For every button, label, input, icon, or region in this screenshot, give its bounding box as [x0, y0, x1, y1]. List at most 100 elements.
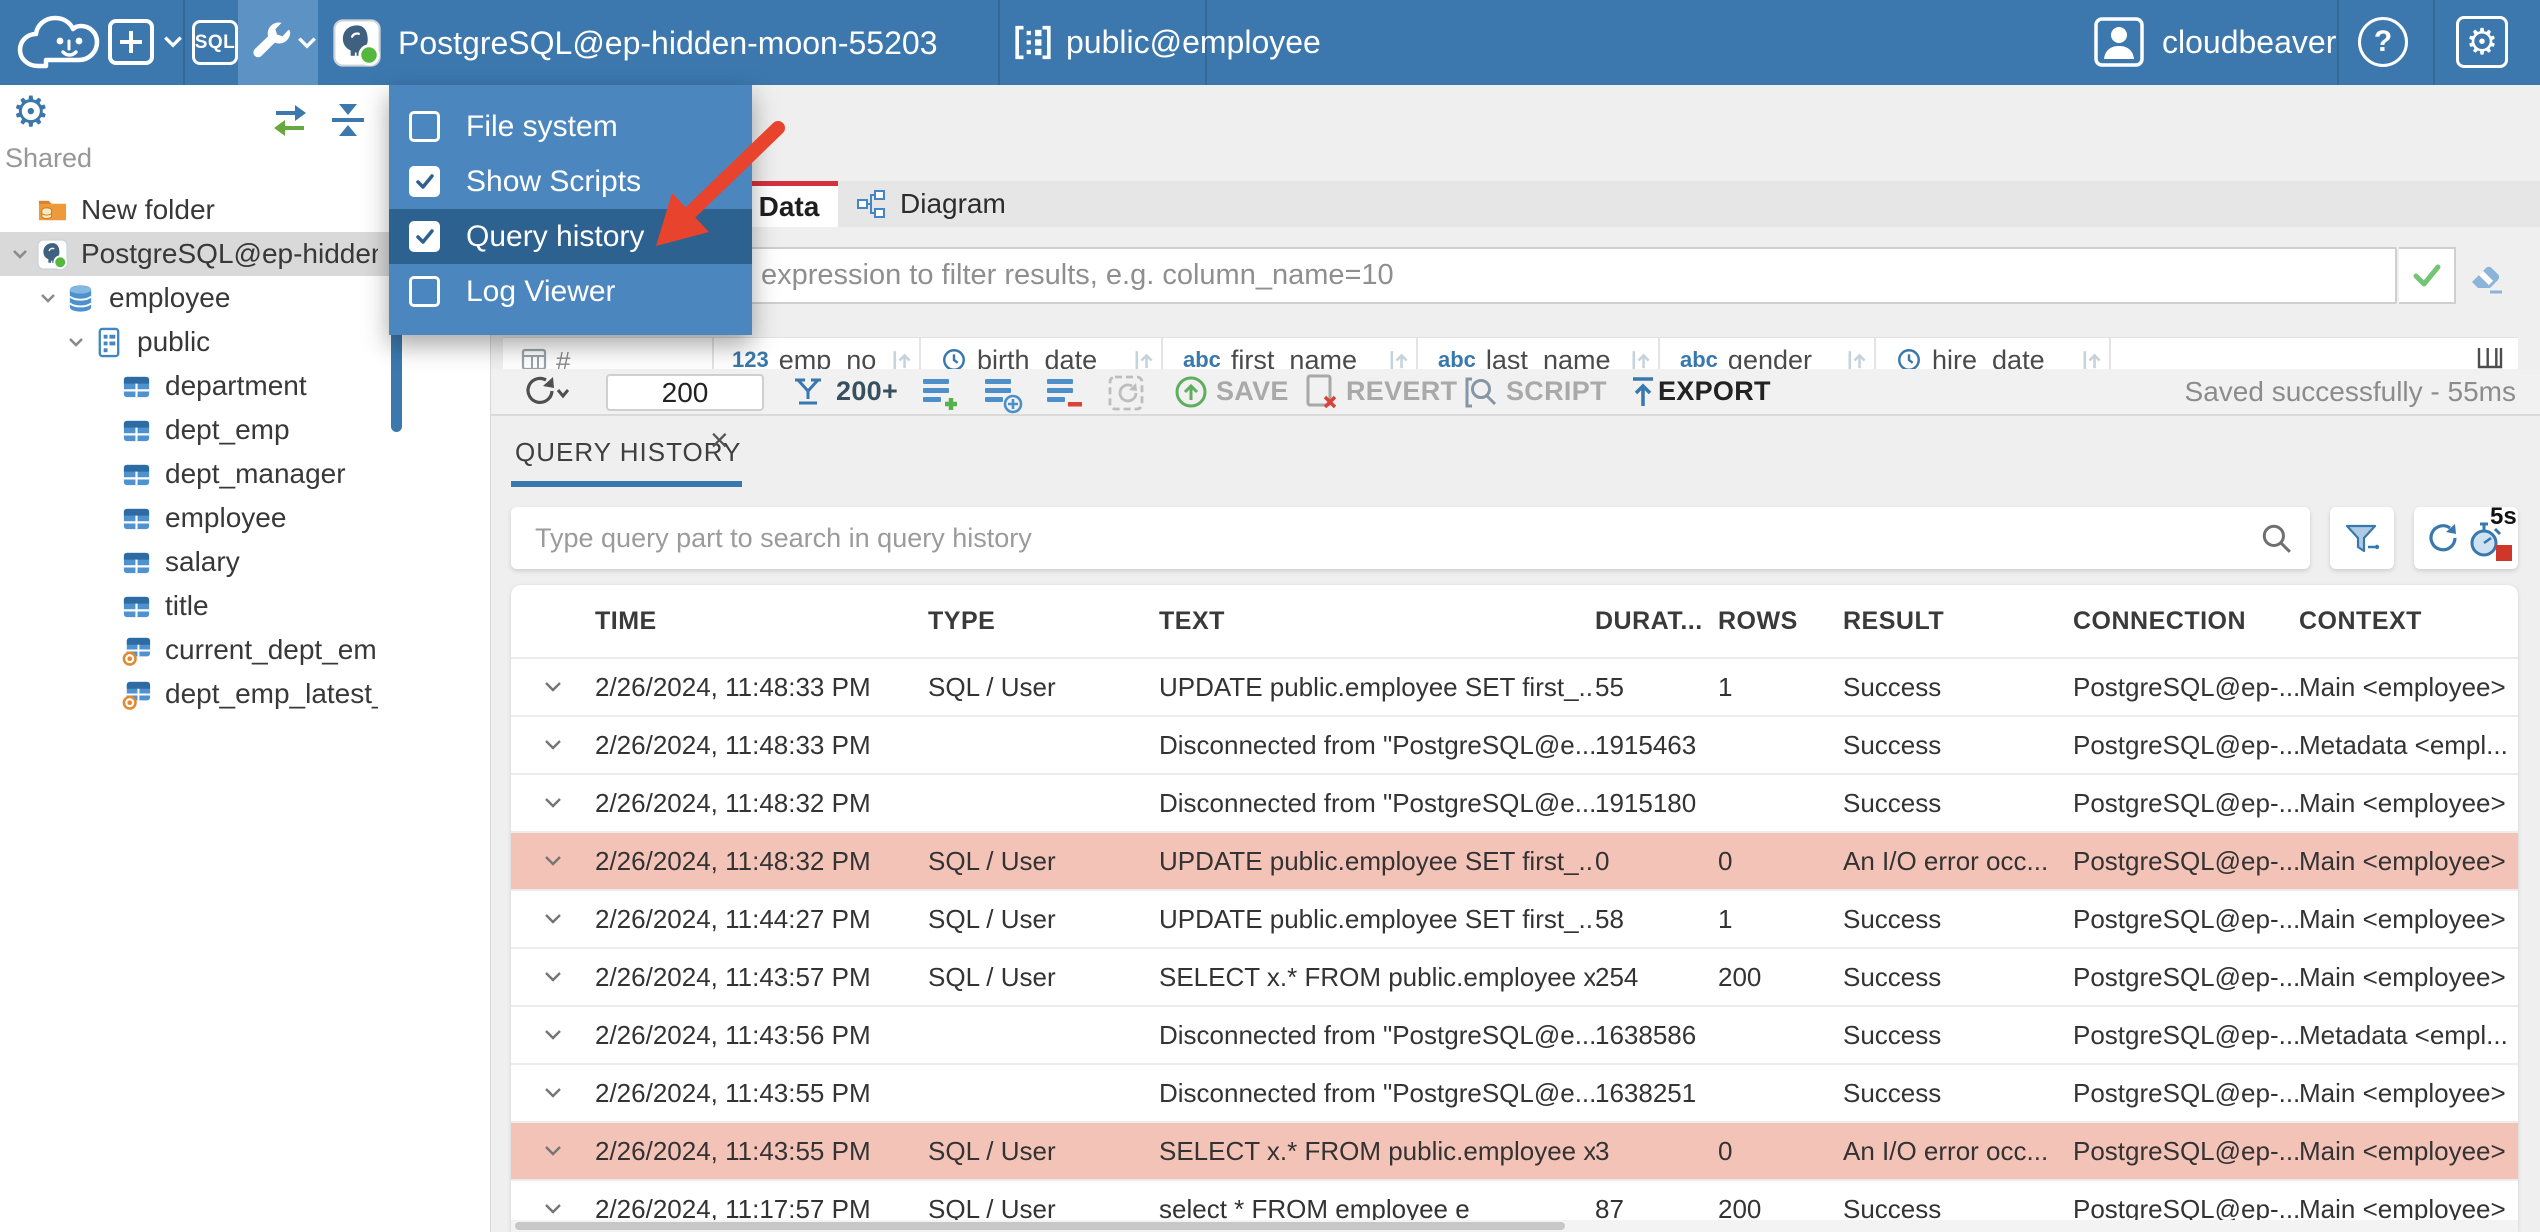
query-history-row[interactable]: 2/26/2024, 11:48:33 PM SQL / User UPDATE…	[511, 657, 2518, 715]
tree-item[interactable]: dept_manager	[0, 452, 490, 496]
column-header[interactable]: CONNECTION	[2073, 607, 2299, 636]
query-history-row[interactable]: 2/26/2024, 11:48:32 PM SQL / User UPDATE…	[511, 831, 2518, 889]
refresh-button[interactable]	[519, 375, 569, 411]
column-header[interactable]: TEXT	[1159, 607, 1595, 636]
tree-item[interactable]: dept_emp_latest_date	[0, 672, 490, 716]
delete-row-button[interactable]	[1043, 372, 1085, 414]
chevron-down-icon[interactable]	[64, 330, 88, 354]
revert-button[interactable]: REVERT	[1346, 369, 1457, 414]
menu-item[interactable]: Show Scripts	[389, 154, 752, 209]
checkbox-icon[interactable]	[409, 221, 440, 252]
grid-column-header[interactable]: birth_date	[921, 338, 1163, 370]
cell-context: Metadata <empl...	[2299, 1019, 2508, 1050]
column-header[interactable]: ROWS	[1718, 607, 1843, 636]
sort-icon[interactable]	[891, 347, 913, 371]
expand-chevron-icon[interactable]	[538, 962, 568, 992]
column-header[interactable]: RESULT	[1843, 607, 2073, 636]
sql-editor-button[interactable]: SQL	[192, 20, 238, 65]
close-icon[interactable]: ×	[710, 424, 729, 456]
column-header[interactable]: TIME	[595, 607, 928, 636]
expand-chevron-icon[interactable]	[538, 846, 568, 876]
schema-selector[interactable]: public@employee	[1014, 24, 1321, 61]
expand-chevron-icon[interactable]	[538, 672, 568, 702]
tree-item[interactable]: employee	[0, 496, 490, 540]
expand-chevron-icon[interactable]	[538, 1078, 568, 1108]
query-history-search-input[interactable]	[511, 507, 2310, 569]
expand-chevron-icon[interactable]	[538, 904, 568, 934]
checkbox-icon[interactable]	[409, 166, 440, 197]
add-row-button[interactable]	[919, 372, 961, 414]
expand-chevron-icon[interactable]	[538, 730, 568, 760]
stop-auto-refresh-square[interactable]	[2496, 545, 2512, 561]
results-filter-input[interactable]	[515, 247, 2397, 304]
postgresql-icon	[333, 19, 381, 67]
apply-filter-button[interactable]	[2399, 247, 2456, 304]
column-header[interactable]: DURAT...	[1595, 607, 1718, 636]
collapse-all-icon[interactable]	[326, 98, 370, 142]
help-button[interactable]: ?	[2358, 17, 2408, 67]
expand-chevron-icon[interactable]	[538, 1020, 568, 1050]
menu-item[interactable]: File system	[389, 99, 752, 154]
cloudbeaver-logo[interactable]	[16, 10, 120, 79]
refresh-cell-button[interactable]	[1105, 372, 1147, 414]
query-history-row[interactable]: 2/26/2024, 11:43:56 PM Disconnected from…	[511, 1005, 2518, 1063]
tab-diagram[interactable]: Diagram	[838, 181, 1032, 227]
sort-icon[interactable]	[2081, 347, 2103, 371]
query-history-row[interactable]: 2/26/2024, 11:44:27 PM SQL / User UPDATE…	[511, 889, 2518, 947]
sort-icon[interactable]	[1133, 347, 1155, 371]
sort-icon[interactable]	[1846, 347, 1868, 371]
expand-chevron-icon[interactable]	[538, 1136, 568, 1166]
refresh-icon[interactable]	[2422, 520, 2460, 558]
menu-item[interactable]: Log Viewer	[389, 264, 752, 319]
settings-button[interactable]: ⚙	[2456, 16, 2508, 68]
new-connection-button[interactable]	[106, 17, 184, 67]
duplicate-row-button[interactable]	[981, 372, 1023, 414]
tree-item[interactable]: title	[0, 584, 490, 628]
script-button[interactable]: SCRIPT	[1506, 369, 1607, 414]
export-button[interactable]: EXPORT	[1658, 369, 1771, 414]
tree-item-icon	[121, 503, 152, 534]
query-history-row[interactable]: 2/26/2024, 11:48:33 PM Disconnected from…	[511, 715, 2518, 773]
sort-icon[interactable]	[1388, 347, 1410, 371]
column-header[interactable]: TYPE	[928, 607, 1159, 636]
page-size-input[interactable]	[606, 374, 764, 411]
fetch-more-icon[interactable]	[791, 375, 825, 409]
query-history-row[interactable]: 2/26/2024, 11:43:55 PM SQL / User SELECT…	[511, 1121, 2518, 1179]
sidebar-settings-icon[interactable]: ⚙	[12, 87, 50, 136]
checkbox-icon[interactable]	[409, 276, 440, 307]
user-menu-button[interactable]: cloudbeaver	[2094, 17, 2336, 67]
sort-icon[interactable]	[1630, 347, 1652, 371]
grid-corner-icon[interactable]	[520, 346, 548, 370]
save-button[interactable]: SAVE	[1216, 369, 1289, 414]
grid-column-header[interactable]: abc gender	[1660, 338, 1876, 370]
tree-item[interactable]: dept_emp	[0, 408, 490, 452]
grid-column-header[interactable]: hire_date	[1876, 338, 2111, 370]
grid-column-header[interactable]: 123 emp_no	[712, 338, 921, 370]
checkbox-icon[interactable]	[409, 111, 440, 142]
connection-selector[interactable]: PostgreSQL@ep-hidden-moon-55203	[333, 19, 937, 67]
sync-connections-icon[interactable]	[268, 98, 312, 142]
query-history-filter-button[interactable]	[2330, 507, 2394, 569]
chevron-down-icon[interactable]	[36, 286, 60, 310]
column-header[interactable]: CONTEXT	[2299, 607, 2518, 636]
tab-query-history[interactable]: QUERY HISTORY	[515, 437, 741, 468]
tree-item[interactable]: salary	[0, 540, 490, 584]
tree-item[interactable]: department	[0, 364, 490, 408]
eraser-icon[interactable]	[2466, 258, 2508, 298]
query-history-row[interactable]: 2/26/2024, 11:48:32 PM Disconnected from…	[511, 773, 2518, 831]
expand-chevron-icon[interactable]	[538, 788, 568, 818]
tab-data[interactable]: Data	[740, 181, 838, 227]
grid-column-header[interactable]: abc first_name	[1163, 338, 1418, 370]
query-history-row[interactable]: 2/26/2024, 11:43:57 PM SQL / User SELECT…	[511, 947, 2518, 1005]
query-history-row[interactable]: 2/26/2024, 11:43:55 PM Disconnected from…	[511, 1063, 2518, 1121]
tree-item[interactable]: current_dept_emp	[0, 628, 490, 672]
menu-item[interactable]: Query history	[389, 209, 752, 264]
columns-config-icon[interactable]	[2475, 345, 2505, 370]
fetch-more-label[interactable]: 200+	[836, 369, 898, 414]
search-icon[interactable]	[2260, 522, 2292, 554]
scrollbar-thumb[interactable]	[515, 1222, 1565, 1230]
horizontal-scrollbar[interactable]	[511, 1220, 2518, 1232]
tools-menu-button[interactable]	[238, 0, 318, 85]
grid-column-header[interactable]: abc last_name	[1418, 338, 1660, 370]
chevron-down-icon[interactable]	[8, 242, 32, 266]
